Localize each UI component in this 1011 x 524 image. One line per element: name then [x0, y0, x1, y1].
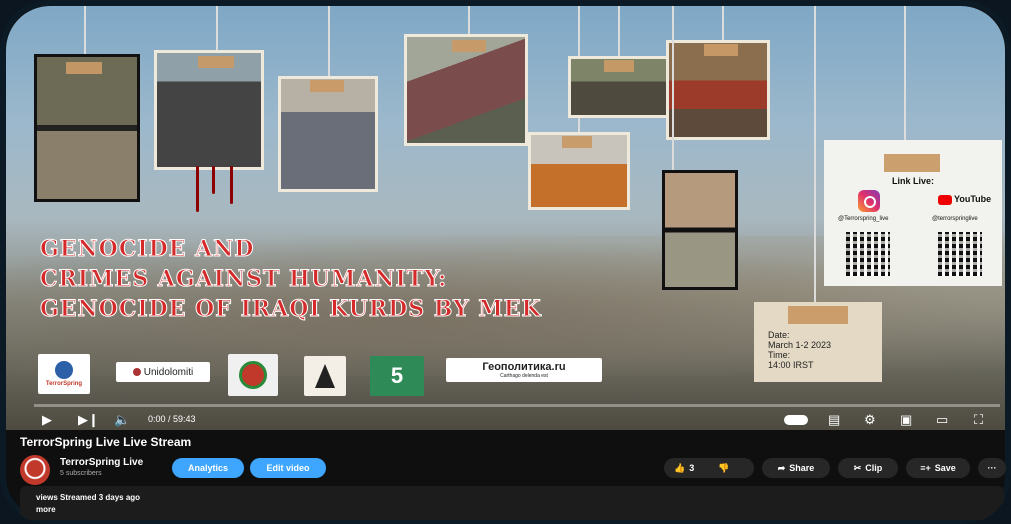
qr-code-youtube [938, 232, 982, 276]
youtube-play-icon [938, 194, 952, 205]
photo-ruins [662, 170, 738, 290]
clip-label: Clip [865, 463, 883, 473]
qr-code-instagram [846, 232, 890, 276]
share-button[interactable]: ➦ Share [762, 458, 830, 478]
youtube-label: YouTube [954, 194, 992, 204]
analytics-button[interactable]: Analytics [172, 458, 244, 478]
save-label: Save [934, 463, 956, 473]
settings-gear-icon[interactable]: ⚙ [864, 412, 876, 428]
hanging-string [672, 6, 674, 174]
hanging-string [904, 6, 906, 156]
hanging-string [814, 6, 816, 302]
logo-geopolitika: Геополитика.ru Carthago delenda est [446, 358, 602, 382]
logo-emblem-5: 5 [370, 356, 424, 396]
video-title: TerrorSpring Live Live Stream [20, 435, 192, 449]
progress-bar[interactable] [34, 404, 1000, 407]
blood-drip [230, 166, 233, 204]
event-date-note: Date: March 1-2 2023 Time: 14:00 IRST [754, 302, 882, 382]
logo-geopolitika-text: Геополитика.ru [482, 361, 566, 373]
youtube-logo: YouTube [938, 194, 991, 205]
logo-emblem-green [228, 354, 278, 396]
date-label: Date: [768, 330, 790, 340]
scissors-icon: ✂ [853, 462, 862, 473]
time-label: Time: [768, 350, 791, 360]
video-player[interactable]: GENOCIDE AND CRIMES AGAINST HUMANITY: GE… [6, 6, 1005, 430]
tape [310, 80, 344, 92]
logo-geopolitika-motto: Carthago delenda est [500, 373, 548, 379]
tape [452, 40, 486, 52]
next-icon[interactable]: ▶❙ [78, 412, 99, 428]
hanging-string [618, 6, 620, 60]
youtube-handle: @terrorspringlive [932, 216, 978, 222]
tape [788, 306, 848, 324]
save-playlist-icon: ≡+ [920, 463, 931, 473]
fullscreen-icon[interactable]: ⛶ [974, 412, 983, 428]
channel-avatar[interactable] [20, 455, 50, 485]
photo-children [278, 76, 378, 192]
title-line-2: CRIMES AGAINST HUMANITY: [40, 266, 448, 293]
time-value: 14:00 IRST [768, 360, 814, 370]
volume-icon[interactable]: 🔈 [114, 412, 130, 428]
video-title-overlay: GENOCIDE AND CRIMES AGAINST HUMANITY: GE… [40, 234, 542, 324]
link-live-label: Link Live: [891, 176, 934, 186]
more-actions-button[interactable]: ··· [978, 458, 1006, 478]
tape [704, 44, 738, 56]
play-icon[interactable]: ▶ [42, 412, 52, 428]
subscriber-count: 5 subscribers [60, 470, 102, 477]
blood-drip [196, 166, 199, 212]
player-controls: ▶ ▶❙ 🔈 0:00 / 59:43 ▤ ⚙ ▣ ▭ ⛶ [42, 410, 1002, 430]
title-line-3: GENOCIDE OF IRAQI KURDS BY MEK [40, 296, 542, 323]
title-line-1: GENOCIDE AND [40, 236, 255, 263]
tape [884, 154, 940, 172]
youtube-watch-page: GENOCIDE AND CRIMES AGAINST HUMANITY: GE… [0, 0, 1011, 524]
logo-unidolomiti: Unidolomiti [116, 362, 210, 382]
description-box[interactable]: views Streamed 3 days ago more [20, 486, 1004, 520]
instagram-handle: @Terrorspring_live [838, 216, 889, 222]
hanging-string [328, 6, 330, 80]
edit-video-button[interactable]: Edit video [250, 458, 326, 478]
show-more-link[interactable]: more [36, 505, 56, 514]
dislike-icon[interactable]: 👎 [718, 463, 729, 474]
view-stream-meta: views Streamed 3 days ago [36, 493, 141, 502]
theater-mode-icon[interactable]: ▭ [936, 412, 948, 428]
tape [562, 136, 592, 148]
subtitles-icon[interactable]: ▤ [828, 412, 840, 428]
tape [198, 56, 234, 68]
share-icon: ➦ [777, 462, 786, 473]
channel-name[interactable]: TerrorSpring Live [60, 457, 143, 468]
date-value: March 1-2 2023 [768, 340, 832, 350]
share-label: Share [789, 463, 815, 473]
like-count: 3 [689, 463, 695, 473]
photo-bodies [154, 50, 264, 170]
hanging-string [722, 6, 724, 44]
logo-terrorspring: TerrorSpring [38, 354, 90, 394]
autoplay-toggle[interactable] [784, 415, 808, 425]
miniplayer-icon[interactable]: ▣ [900, 412, 912, 428]
logo-unidolomiti-text: Unidolomiti [143, 366, 194, 378]
tape [66, 62, 102, 74]
clip-button[interactable]: ✂ Clip [838, 458, 898, 478]
instagram-icon [858, 190, 880, 212]
like-dislike-group: 👍 3 👎 [664, 458, 754, 478]
time-display: 0:00 / 59:43 [148, 414, 196, 424]
photo-soldiers [34, 54, 140, 202]
save-button[interactable]: ≡+ Save [906, 458, 970, 478]
logo-terrorspring-text: TerrorSpring [45, 381, 83, 387]
tape [604, 60, 634, 72]
link-live-panel: Link Live: YouTube @Terrorspring_live @t… [824, 140, 1002, 286]
logo-emblem-flame [304, 356, 346, 396]
like-icon[interactable]: 👍 [674, 463, 685, 474]
blood-drip [212, 166, 215, 194]
